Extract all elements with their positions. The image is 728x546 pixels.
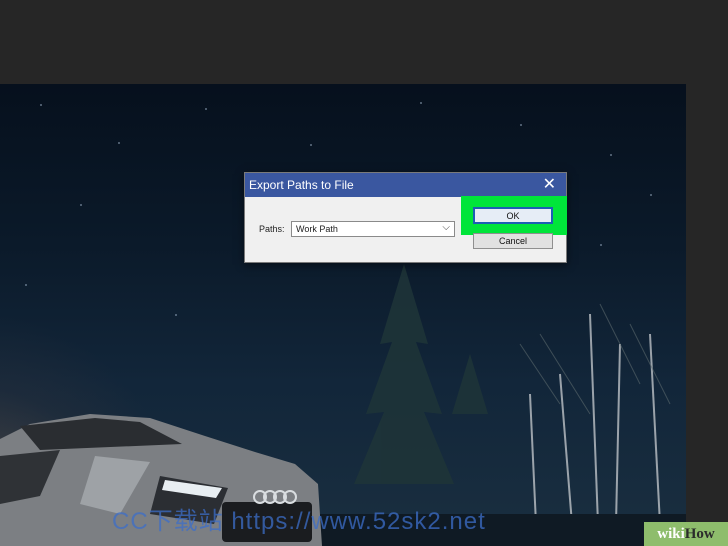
paths-dropdown[interactable]: Work Path ⌵ <box>291 221 455 237</box>
app-right-panel <box>686 84 728 546</box>
car-image <box>0 414 322 546</box>
ok-button[interactable]: OK <box>473 207 553 224</box>
ok-button-label: OK <box>506 210 520 221</box>
document-canvas <box>0 84 686 546</box>
wikihow-logo-wiki: wiki <box>657 525 685 542</box>
chevron-down-icon: ⌵ <box>442 222 450 233</box>
close-icon[interactable]: ✕ <box>543 177 556 193</box>
paths-dropdown-value: Work Path <box>296 224 338 234</box>
dialog-title-bar: Export Paths to File ✕ <box>245 173 566 197</box>
app-top-bar <box>0 0 728 84</box>
paths-label: Paths: <box>259 224 285 234</box>
wikihow-logo-how: How <box>684 525 715 542</box>
wikihow-logo: wiki How <box>644 522 728 546</box>
cancel-button-label: Cancel <box>498 236 527 246</box>
cancel-button[interactable]: Cancel <box>473 233 553 249</box>
dialog-title: Export Paths to File <box>249 178 354 192</box>
watermark-text: CC下载站 https://www.52sk2.net <box>112 508 486 535</box>
